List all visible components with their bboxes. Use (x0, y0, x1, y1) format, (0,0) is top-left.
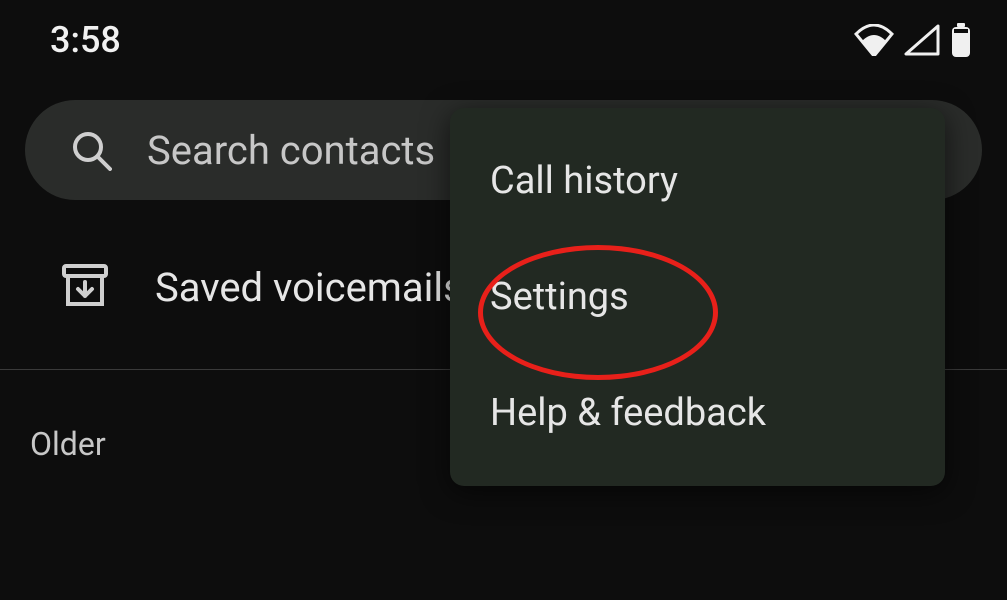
search-icon (70, 129, 112, 171)
status-time: 3:58 (50, 19, 121, 61)
signal-icon (904, 24, 940, 56)
overflow-menu: Call history Settings Help & feedback (450, 108, 945, 486)
status-bar: 3:58 (0, 0, 1007, 70)
wifi-icon (854, 24, 894, 56)
menu-item-call-history[interactable]: Call history (450, 123, 945, 239)
archive-icon (60, 260, 110, 314)
menu-item-help-feedback[interactable]: Help & feedback (450, 355, 945, 471)
status-icons (854, 23, 972, 57)
battery-icon (950, 23, 972, 57)
menu-item-settings[interactable]: Settings (450, 239, 945, 355)
search-placeholder: Search contacts (147, 127, 435, 174)
